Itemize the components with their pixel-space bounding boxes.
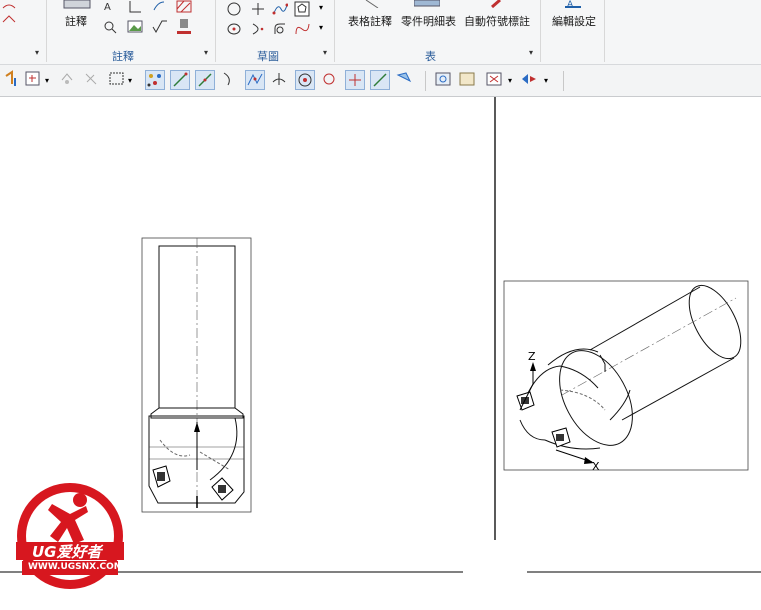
logo-url: WWW.UGSNX.COM <box>28 562 123 572</box>
box-select-icon[interactable] <box>108 70 128 90</box>
dropdown-arrow-icon[interactable]: ▾ <box>204 48 208 57</box>
dropdown-arrow-icon[interactable]: ▾ <box>128 76 132 85</box>
divider <box>215 0 216 62</box>
bounded-grid-icon[interactable] <box>395 70 415 90</box>
type-filter-icon[interactable] <box>3 70 23 90</box>
point-on-surface-icon[interactable] <box>370 70 390 90</box>
insert-right <box>211 477 234 501</box>
leader-icon[interactable] <box>152 0 166 14</box>
quadrant-point-icon[interactable] <box>295 70 315 90</box>
view-style-icon[interactable] <box>485 70 505 90</box>
arc-icon[interactable] <box>250 22 266 36</box>
dropdown-arrow-icon[interactable]: ▾ <box>319 3 323 12</box>
display-options-icon[interactable] <box>520 70 540 90</box>
tabular-note-icon[interactable] <box>364 0 380 8</box>
spline-icon[interactable] <box>272 1 288 17</box>
update-view-icon[interactable] <box>458 70 478 90</box>
wcs-triad: Z X <box>519 350 600 473</box>
drawing-canvas[interactable]: Z X UG爱好者 WWW.UGSNX.COM <box>0 97 761 606</box>
z-axis-label: Z <box>528 350 536 363</box>
annotation-button-label[interactable]: 註釋 <box>65 13 87 29</box>
watermark-logo: UG爱好者 WWW.UGSNX.COM <box>12 478 128 594</box>
snap-point-icon[interactable] <box>145 70 165 90</box>
deselect-icon[interactable] <box>82 70 102 90</box>
table-group-label: 表 <box>425 50 436 63</box>
isometric-view[interactable]: Z X <box>503 277 751 473</box>
studio-spline-icon[interactable] <box>294 22 310 36</box>
surface-finish-icon[interactable] <box>152 20 168 34</box>
parts-list-button[interactable]: 零件明細表 <box>401 13 456 29</box>
annotation-icon[interactable] <box>62 0 92 10</box>
ribbon: ▾ 註釋 A 註釋 ▾ ▾ ▾ 草圖 ▾ 表格註釋 零件明細表 自動符號標註 表… <box>0 0 761 65</box>
dropdown-arrow-icon[interactable]: ▾ <box>529 48 533 57</box>
datum-feature-icon[interactable]: A <box>103 0 115 12</box>
tabular-note-button[interactable]: 表格註釋 <box>348 13 392 29</box>
control-point-icon[interactable] <box>220 70 240 90</box>
annotation-group-label: 註釋 <box>112 50 134 63</box>
dropdown-arrow-icon[interactable]: ▾ <box>35 48 39 57</box>
image-icon[interactable] <box>127 20 143 34</box>
divider <box>540 0 541 62</box>
ellipse-icon[interactable] <box>226 22 242 36</box>
divider <box>46 0 47 62</box>
divider <box>334 0 335 62</box>
dropdown-arrow-icon[interactable]: ▾ <box>323 48 327 57</box>
svg-text:A: A <box>104 2 111 12</box>
divider <box>563 71 564 91</box>
point-icon[interactable] <box>250 1 266 17</box>
hatch-icon[interactable] <box>176 0 192 14</box>
edit-settings-icon[interactable]: A <box>565 0 581 8</box>
datum-target-icon[interactable] <box>128 0 142 14</box>
fillet-icon[interactable] <box>272 22 288 36</box>
existing-point-icon[interactable] <box>320 70 340 90</box>
divider <box>425 71 426 91</box>
edit-settings-button[interactable]: 編輯設定 <box>552 13 596 29</box>
select-feature-icon[interactable] <box>58 70 78 90</box>
auto-balloon-icon[interactable] <box>489 0 503 8</box>
parts-list-icon[interactable] <box>414 0 440 8</box>
snap-filter-icon[interactable] <box>24 70 44 90</box>
view-frame-icon[interactable] <box>434 70 454 90</box>
dropdown-arrow-icon[interactable]: ▾ <box>45 76 49 85</box>
endpoint-icon[interactable] <box>170 70 190 90</box>
point-on-curve-icon[interactable] <box>345 70 365 90</box>
sketch-group-label: 草圖 <box>257 50 279 63</box>
iso-insert-top <box>516 391 535 411</box>
circle-icon[interactable] <box>226 1 242 17</box>
dropdown-arrow-icon[interactable]: ▾ <box>544 76 548 85</box>
magnify-icon[interactable] <box>103 20 117 34</box>
arc-center-icon[interactable] <box>270 70 290 90</box>
midpoint-icon[interactable] <box>195 70 215 90</box>
more-icon[interactable]: ▾ <box>319 23 323 32</box>
divider <box>604 0 605 62</box>
intersection-icon[interactable] <box>245 70 265 90</box>
dropdown-arrow-icon[interactable]: ▾ <box>508 76 512 85</box>
x-axis-label: X <box>592 460 600 473</box>
insert-left <box>152 465 171 488</box>
weld-symbol-icon[interactable] <box>176 18 192 36</box>
front-view[interactable] <box>141 237 252 513</box>
curve-icon[interactable] <box>2 2 16 32</box>
polygon-icon[interactable] <box>294 1 310 17</box>
logo-brand: UG爱好者 <box>32 543 102 561</box>
auto-balloon-button[interactable]: 自動符號標註 <box>464 13 530 29</box>
